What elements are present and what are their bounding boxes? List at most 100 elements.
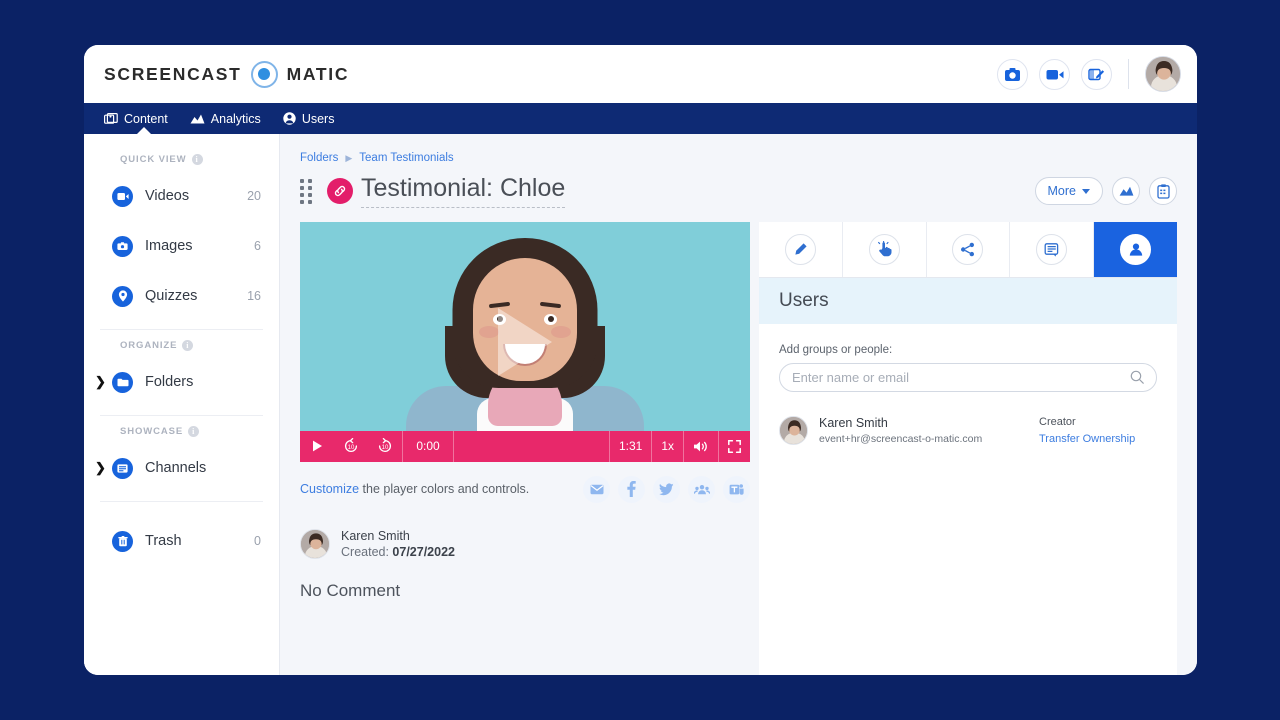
sidebar-label: Quizzes [145, 288, 198, 304]
sidebar-divider [100, 501, 263, 502]
sidebar-section-showcase: SHOWCASE i [84, 426, 279, 443]
google-classroom-icon[interactable] [688, 475, 715, 503]
chevron-down-icon [1082, 188, 1090, 194]
info-icon[interactable]: i [182, 340, 194, 351]
edit-video-icon[interactable] [1081, 58, 1112, 90]
sidebar-label: Videos [145, 188, 190, 204]
created-date: Created: 07/27/2022 [341, 545, 455, 559]
person-icon [1120, 233, 1152, 265]
breadcrumb-root[interactable]: Folders [300, 152, 338, 164]
volume-icon[interactable] [683, 430, 718, 462]
main-nav: Content Analytics Users [84, 103, 1197, 135]
sidebar-label: Channels [145, 460, 207, 476]
image-icon [112, 235, 133, 257]
search-input[interactable] [792, 369, 1130, 385]
images-icon [104, 112, 118, 125]
breadcrumb: Folders ▶ Team Testimonials [300, 152, 1177, 164]
tab-comments[interactable] [1010, 221, 1095, 277]
user-info: Karen Smith event+hr@screencast-o-matic.… [819, 416, 982, 445]
sidebar-item-videos[interactable]: Videos 20 [84, 171, 279, 221]
progress-scrubber[interactable] [454, 430, 609, 462]
tab-users[interactable] [1094, 221, 1177, 277]
avatar[interactable] [1145, 56, 1181, 92]
info-icon[interactable]: i [191, 154, 203, 165]
chart-icon [190, 113, 205, 125]
breadcrumb-current[interactable]: Team Testimonials [359, 152, 453, 164]
sidebar-item-quizzes[interactable]: Quizzes 16 [84, 271, 279, 321]
transfer-ownership-link[interactable]: Transfer Ownership [1039, 433, 1157, 445]
sidebar-item-images[interactable]: Images 6 [84, 221, 279, 271]
nav-label-users: Users [301, 111, 335, 126]
page-title[interactable]: Testimonial: Chloe [361, 174, 566, 208]
creator-name: Karen Smith [341, 528, 410, 543]
quiz-icon [112, 285, 133, 307]
sidebar-item-trash[interactable]: Trash 0 [84, 516, 279, 566]
info-icon[interactable]: i [188, 426, 200, 437]
playback-speed[interactable]: 1x [651, 430, 683, 462]
clipboard-icon[interactable] [1149, 177, 1177, 206]
main-content: Folders ▶ Team Testimonials Testimonial:… [280, 134, 1197, 675]
left-column: 10 10 0:00 1:31 1x Customize the player … [300, 221, 750, 676]
drag-handle-icon[interactable] [300, 178, 314, 204]
creator-row: Karen Smith Created: 07/27/2022 [300, 528, 750, 559]
user-list-item: Karen Smith event+hr@screencast-o-matic.… [779, 415, 1157, 445]
facebook-icon[interactable] [618, 475, 645, 503]
fullscreen-icon[interactable] [718, 430, 750, 462]
created-prefix: Created: [341, 544, 393, 559]
brand-dot-icon [250, 60, 278, 88]
user-search-box[interactable] [779, 362, 1157, 392]
forward-10-icon[interactable]: 10 [368, 431, 402, 462]
user-name: Karen Smith [819, 415, 888, 430]
twitter-icon[interactable] [653, 475, 680, 503]
sidebar-item-channels[interactable]: ❯ Channels [84, 443, 279, 493]
tab-interactivity[interactable] [842, 221, 927, 277]
sidebar-count: 20 [247, 189, 261, 203]
brand-word-left: SCREENCAST [104, 63, 242, 84]
svg-text:10: 10 [348, 445, 355, 451]
panel-body: Add groups or people: Enter name or emai… [759, 324, 1177, 676]
customize-rest: the player colors and controls. [359, 482, 530, 496]
brand-logo[interactable]: SCREENCAST MATIC [104, 60, 349, 88]
sidebar-label: Folders [145, 374, 194, 390]
share-icon [952, 233, 984, 265]
email-icon[interactable] [583, 475, 610, 503]
video-player[interactable]: 10 10 0:00 1:31 1x [300, 221, 750, 462]
search-icon[interactable] [1130, 370, 1144, 384]
rewind-10-icon[interactable]: 10 [334, 431, 368, 462]
more-button[interactable]: More [1034, 177, 1103, 206]
customize-row: Customize the player colors and controls… [300, 475, 750, 503]
screenshot-icon[interactable] [997, 58, 1028, 90]
duration: 1:31 [608, 430, 651, 462]
play-overlay-icon[interactable] [498, 307, 552, 376]
sidebar-section-quick-view: QUICK VIEW i [84, 154, 279, 171]
customize-link[interactable]: Customize [300, 482, 359, 496]
tab-edit[interactable] [759, 221, 843, 277]
chevron-right-icon[interactable]: ❯ [95, 460, 106, 476]
sidebar-item-folders[interactable]: ❯ Folders [84, 357, 279, 407]
nav-item-users[interactable]: Users [283, 103, 335, 134]
sidebar-count: 0 [254, 534, 261, 548]
header-actions [997, 56, 1181, 92]
panel-tabs [759, 221, 1177, 278]
right-panel: Users Add groups or people: Enter name o… [759, 221, 1177, 676]
channel-icon [112, 457, 133, 479]
analytics-icon[interactable] [1112, 177, 1140, 206]
play-button[interactable] [300, 431, 334, 462]
sidebar-divider [100, 415, 263, 416]
customize-text: Customize the player colors and controls… [300, 482, 529, 496]
record-video-icon[interactable] [1039, 58, 1070, 90]
tab-share[interactable] [926, 221, 1011, 277]
title-actions: More [1034, 177, 1177, 206]
microsoft-teams-icon[interactable] [723, 475, 750, 503]
app-body: QUICK VIEW i Videos 20 Images 6 Quizzes … [84, 134, 1197, 675]
section-label: QUICK VIEW [120, 154, 187, 165]
nav-item-analytics[interactable]: Analytics [190, 103, 261, 134]
link-icon[interactable] [327, 178, 353, 205]
user-role: Creator [1039, 415, 1076, 428]
app-window: SCREENCAST MATIC Content Analytics Users… [84, 45, 1197, 675]
sidebar-section-organize: ORGANIZE i [84, 340, 279, 357]
chevron-right-icon[interactable]: ❯ [95, 374, 106, 390]
breadcrumb-separator-icon: ▶ [345, 152, 353, 163]
current-time: 0:00 [402, 430, 454, 462]
section-label: ORGANIZE [120, 340, 178, 351]
